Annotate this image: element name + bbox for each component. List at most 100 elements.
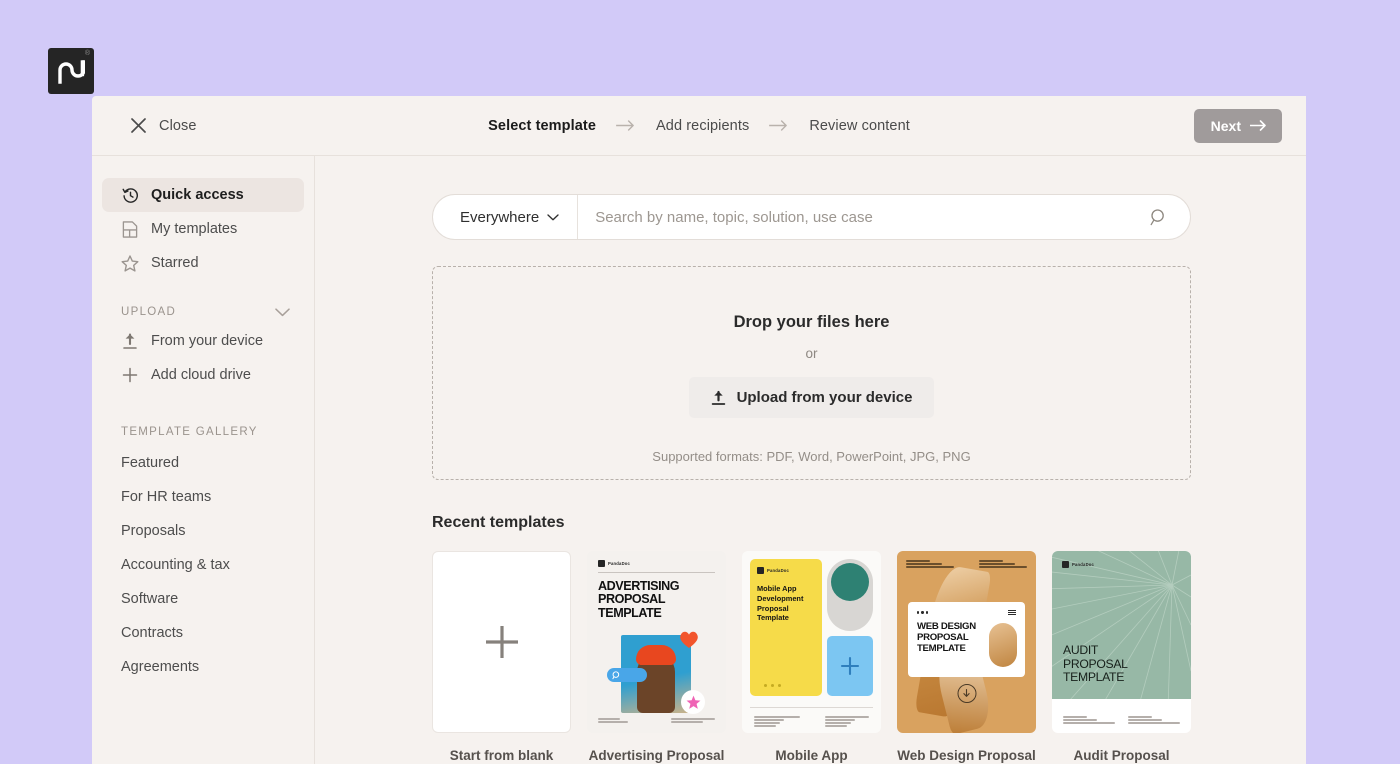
yellow-panel: PandaDoc Mobile App Development Proposal… (750, 559, 822, 696)
teal-circle (831, 563, 869, 601)
footer-right (825, 716, 869, 727)
pd-logomark-icon (58, 60, 85, 84)
template-card-web-design-proposal[interactable]: WEB DESIGN PROPOSAL TEMPLATE Web Design … (897, 551, 1036, 764)
template-thumbnail: PandaDoc ADVERTISING PROPOSAL TEMPLATE (587, 551, 726, 733)
step-arrow-icon (769, 120, 789, 131)
divider (598, 572, 715, 573)
step-breadcrumb: Select template Add recipients Review co… (488, 118, 910, 134)
search-icon[interactable] (1149, 208, 1190, 227)
thumbnail-layout: PandaDoc Mobile App Development Proposal… (750, 559, 873, 696)
sidebar-item-label: From your device (151, 333, 264, 349)
right-column (827, 559, 873, 696)
header-left (906, 560, 954, 568)
next-button[interactable]: Next (1193, 108, 1282, 143)
blue-panel (827, 635, 873, 696)
sidebar-item-my-templates[interactable]: My templates (102, 212, 304, 246)
upload-arrow-icon (711, 390, 725, 405)
sidebar-item-add-cloud-drive[interactable]: Add cloud drive (102, 358, 304, 392)
footer-left (754, 716, 800, 727)
close-icon (131, 118, 146, 133)
pandadoc-mini-logo: PandaDoc (757, 567, 815, 574)
sidebar-item-label: My templates (151, 221, 238, 237)
sidebar-item-software[interactable]: Software (92, 582, 314, 616)
footer-right (1128, 716, 1180, 724)
template-title: Mobile App Development Proposal Template (757, 584, 804, 623)
hamburger-icon (1008, 610, 1016, 615)
recent-templates-heading: Recent templates (432, 514, 565, 531)
close-button[interactable]: Close (130, 117, 197, 134)
template-card-advertising-proposal[interactable]: PandaDoc ADVERTISING PROPOSAL TEMPLATE A… (587, 551, 726, 764)
capsule-shape (827, 559, 873, 631)
sidebar-item-accounting-tax[interactable]: Accounting & tax (92, 548, 314, 582)
search-bar: Everywhere (432, 194, 1191, 240)
feather-thumbnail (989, 623, 1017, 667)
pandadoc-brand-text: PandaDoc (608, 561, 631, 566)
modal-header: Close Select template Add recipients Rev… (92, 96, 1306, 156)
card-topbar (917, 610, 1016, 615)
pandadoc-brand-text: PandaDoc (767, 568, 790, 573)
plus-icon (840, 656, 860, 675)
sidebar-item-label: Starred (151, 255, 199, 271)
step-review-content[interactable]: Review content (809, 118, 910, 134)
pandadoc-logo: ® (48, 48, 94, 94)
template-card-start-from-blank[interactable]: Start from blank (432, 551, 571, 764)
template-footer (1063, 716, 1180, 724)
template-title: AUDIT PROPOSAL TEMPLATE (1063, 643, 1128, 685)
dots-decoration (764, 684, 781, 687)
star-icon (686, 695, 700, 709)
sidebar-item-featured[interactable]: Featured (92, 446, 314, 480)
step-add-recipients[interactable]: Add recipients (656, 118, 749, 134)
select-template-modal: Close Select template Add recipients Rev… (92, 96, 1306, 764)
document-layout-icon (121, 220, 139, 238)
supported-formats-text: Supported formats: PDF, Word, PowerPoint… (652, 449, 971, 464)
template-thumbnail: PandaDoc Mobile App Development Proposal… (742, 551, 881, 733)
plus-icon (485, 626, 518, 658)
recent-templates-grid: Start from blank PandaDoc ADVERTISING PR… (432, 551, 1306, 764)
next-label: Next (1210, 117, 1241, 134)
template-card-label: Mobile App Development Propos... (775, 748, 848, 763)
arrow-right-icon (1250, 120, 1266, 131)
template-card-mobile-app-development-proposal[interactable]: PandaDoc Mobile App Development Proposal… (742, 551, 881, 764)
template-card-label: Audit Proposal (1073, 748, 1170, 763)
modal-body: Quick access My templates Starred UPLOAD… (92, 156, 1306, 764)
title-card: WEB DESIGN PROPOSAL TEMPLATE (908, 602, 1025, 677)
template-thumbnail (432, 551, 571, 733)
dots-decoration (917, 611, 929, 614)
star-outline-icon (121, 254, 139, 272)
template-card-audit-proposal[interactable]: PandaDoc AUDIT PROPOSAL TEMPLATE Audit P… (1052, 551, 1191, 764)
history-clock-icon (121, 186, 139, 204)
sidebar-item-for-hr-teams[interactable]: For HR teams (92, 480, 314, 514)
search-pill-decoration (607, 668, 647, 682)
search-scope-dropdown[interactable]: Everywhere (433, 195, 579, 239)
main-content: Everywhere Drop your files here or (315, 156, 1306, 764)
sidebar-section-upload[interactable]: UPLOAD (121, 306, 290, 318)
footer-left (1063, 716, 1115, 724)
chevron-down-icon (547, 213, 559, 221)
footer-right (671, 718, 715, 723)
sidebar: Quick access My templates Starred UPLOAD… (92, 156, 315, 764)
sidebar-item-label: Add cloud drive (151, 367, 251, 383)
sidebar-item-contracts[interactable]: Contracts (92, 616, 314, 650)
step-arrow-icon (616, 120, 636, 131)
pd-square-icon (598, 560, 605, 567)
upload-from-device-button[interactable]: Upload from your device (688, 377, 935, 418)
sidebar-item-proposals[interactable]: Proposals (92, 514, 314, 548)
heart-icon (678, 629, 700, 649)
template-card-label: Start from blank (449, 748, 554, 763)
template-card-label: Web Design Proposal (897, 748, 1036, 763)
footer-left (598, 718, 628, 723)
template-footer (750, 707, 873, 727)
star-badge (681, 690, 705, 714)
sidebar-item-starred[interactable]: Starred (102, 246, 304, 280)
sidebar-item-from-your-device[interactable]: From your device (102, 324, 304, 358)
search-scope-label: Everywhere (460, 208, 540, 226)
sidebar-item-agreements[interactable]: Agreements (92, 650, 314, 684)
search-input[interactable] (578, 208, 1149, 226)
file-dropzone[interactable]: Drop your files here or Upload from your… (432, 266, 1191, 480)
step-select-template[interactable]: Select template (488, 118, 596, 134)
headwrap-shape (636, 645, 676, 665)
sidebar-item-quick-access[interactable]: Quick access (102, 178, 304, 212)
template-thumbnail: WEB DESIGN PROPOSAL TEMPLATE (897, 551, 1036, 733)
plus-icon (121, 366, 139, 384)
sidebar-item-label: Quick access (151, 187, 244, 203)
